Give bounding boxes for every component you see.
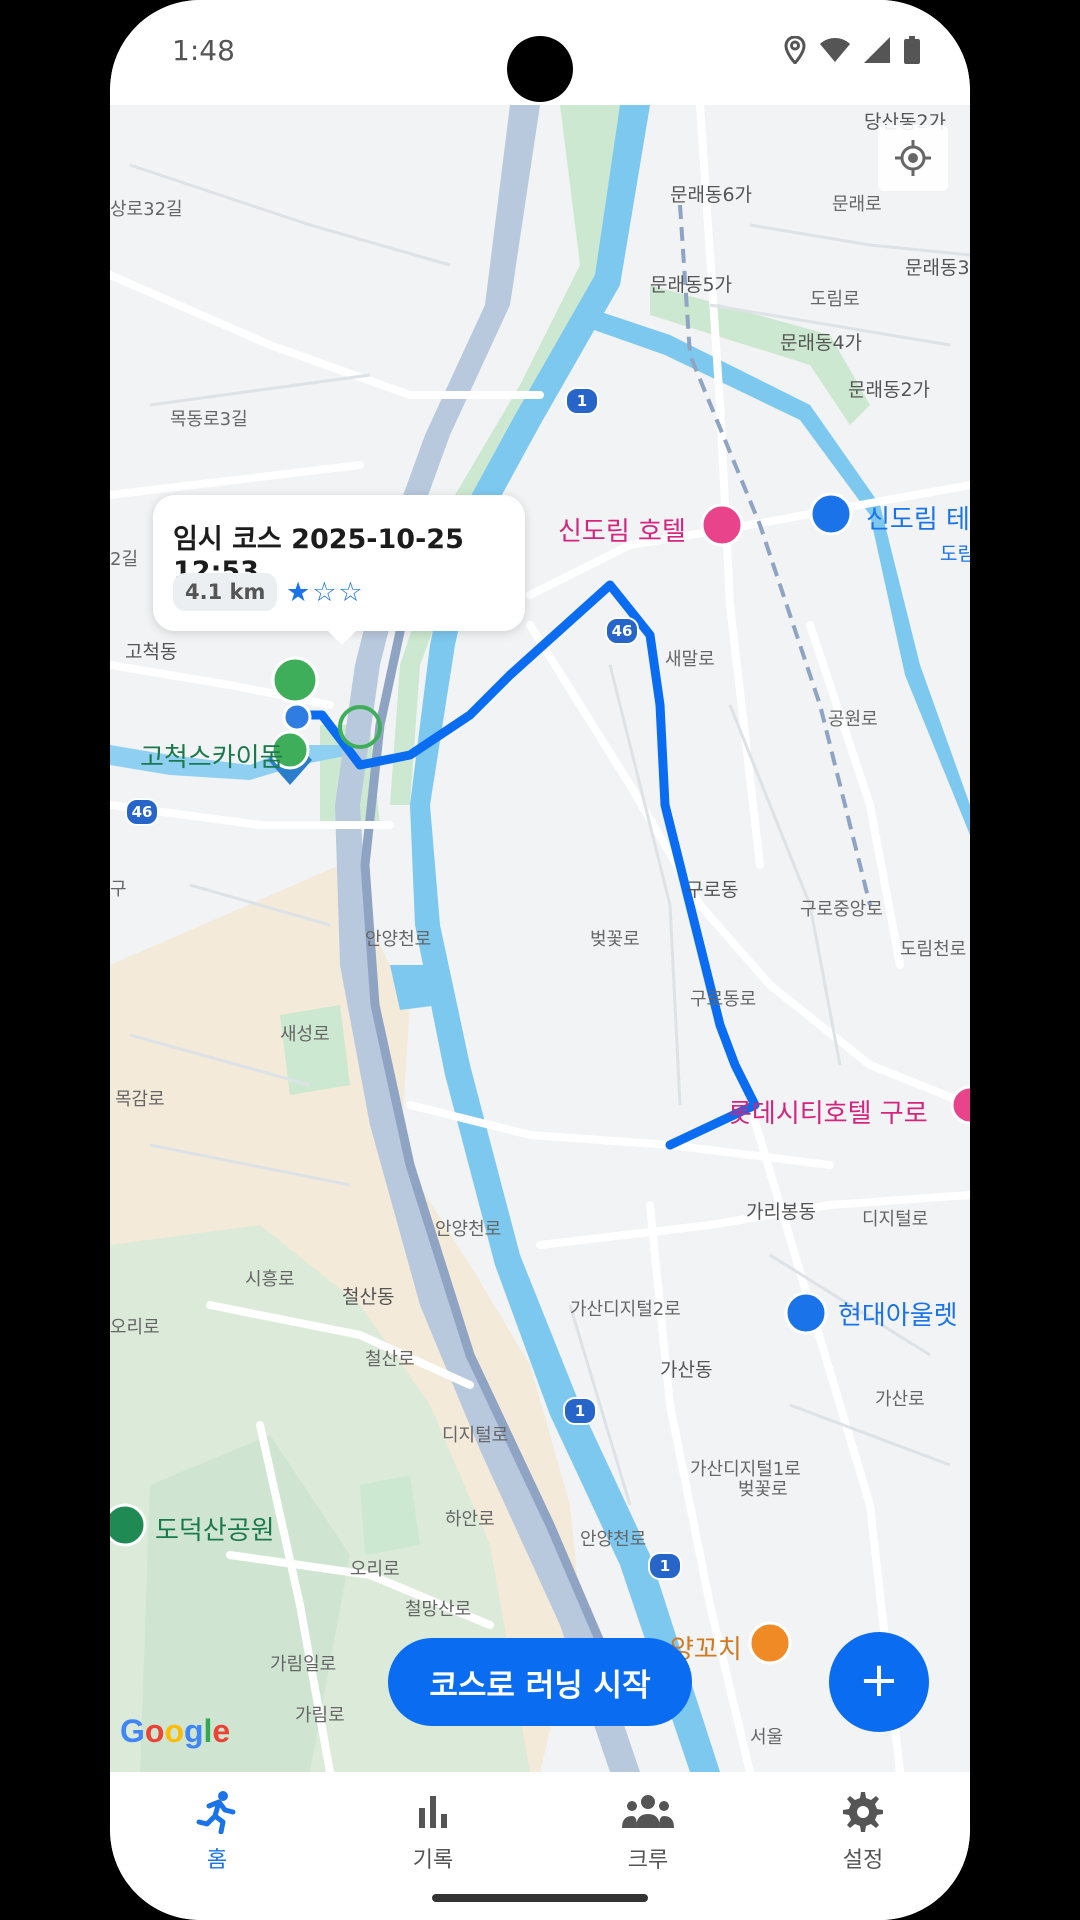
map-label-anyangcheonro-2: 안양천로: [580, 1529, 647, 1550]
map-label-gasanro: 가산로: [875, 1389, 925, 1410]
map-label-mullae5: 문래동5가: [650, 274, 733, 296]
map-label-sindorim-hotel[interactable]: 신도림 호텔: [558, 511, 686, 548]
map-label-orirro: 오리로: [350, 1559, 400, 1580]
front-camera: [507, 36, 573, 102]
map-label-mullae2: 문래동2가: [848, 379, 931, 401]
status-icons: [784, 36, 920, 64]
map-label-digital-ro: 디지털로: [862, 1209, 929, 1230]
route-shield-1a: 1: [565, 387, 599, 415]
map-label-mokgamro: 목감로: [115, 1089, 165, 1110]
map-label-gurodongro: 구로동로: [690, 989, 757, 1010]
course-distance-badge: 4.1 km: [173, 573, 278, 611]
map-label-sindorim-te[interactable]: 신도림 테: [866, 499, 970, 536]
nav-item-records[interactable]: 기록: [373, 1790, 493, 1874]
phone-frame: 1:48 당산동2가 문래동6가 문래로 문래동5가 도림로 문래동3 문래동4…: [110, 0, 970, 1920]
map-label-orirro-2: 오리로: [110, 1317, 160, 1338]
map-label-mullae4: 문래동4가: [780, 332, 863, 354]
nav-label-crew: 크루: [627, 1848, 669, 1873]
map-label-garibong: 가리봉동: [746, 1201, 816, 1223]
route-shield-1c: 1: [648, 1552, 682, 1580]
map-label-cheolsanro: 철산로: [365, 1349, 415, 1370]
map-label-saemallo: 새말로: [665, 649, 715, 670]
map-label-dorimcheonro: 도림천로: [900, 939, 967, 960]
gear-icon: [843, 1792, 883, 1832]
nav-item-home[interactable]: 홈: [157, 1790, 277, 1874]
group-icon: [622, 1795, 674, 1828]
map-label-anyangcheonro-3: 안양천로: [435, 1219, 502, 1240]
map-label-seoul: 서울: [750, 1727, 784, 1748]
signal-icon: [864, 37, 890, 63]
start-course-run-button[interactable]: 코스로 러닝 시작: [388, 1638, 692, 1726]
google-logo: Google: [120, 1713, 231, 1749]
map-label-haanro: 하안로: [445, 1509, 495, 1530]
route-shield-1b: 1: [563, 1397, 597, 1425]
add-icon: +: [858, 1652, 900, 1708]
my-location-button[interactable]: [878, 125, 948, 191]
course-info-popup[interactable]: 임시 코스 2025-10-25 12:53 4.1 km ★☆☆: [153, 495, 525, 645]
map-label-gongwonro: 공원로: [828, 709, 878, 730]
map-label-digital-ro-2: 디지털로: [442, 1425, 509, 1446]
map-label-gurodong: 구로동: [686, 879, 739, 901]
map-view[interactable]: 당산동2가 문래동6가 문래로 문래동5가 도림로 문래동3 문래동4가 문래동…: [110, 105, 970, 1772]
map-label-beotkkotro-2: 벚꽃로: [738, 1479, 788, 1500]
map-label-mullae6: 문래동6가: [670, 184, 753, 206]
map-label-gasandong: 가산동: [660, 1359, 713, 1381]
map-label-gocheok-skydome[interactable]: 고척스카이돔: [140, 737, 284, 774]
status-time: 1:48: [172, 34, 235, 67]
nav-label-records: 기록: [412, 1848, 454, 1873]
map-label-gasan-digital2: 가산디지털2로: [570, 1299, 681, 1320]
map-label-dorimro: 도림로: [810, 289, 860, 310]
map-label-gurojungangro: 구로중앙로: [800, 899, 883, 920]
nav-label-home: 홈: [206, 1848, 228, 1873]
location-icon: [784, 36, 806, 64]
map-label-mokdongro32: 상로32길: [110, 199, 183, 220]
route-shield-46a: 46: [605, 617, 639, 645]
course-rating-stars: ★☆☆: [286, 577, 365, 608]
nav-item-crew[interactable]: 크루: [588, 1790, 708, 1874]
map-label-mullae3: 문래동3: [905, 257, 970, 279]
map-label-gocheok: 고척동: [125, 641, 178, 663]
wifi-icon: [820, 38, 850, 62]
battery-icon: [904, 36, 920, 64]
bar-chart-icon: [419, 1796, 447, 1828]
map-label-mokdongro3: 목동로3길: [170, 409, 248, 430]
status-bar: 1:48: [110, 0, 970, 105]
crosshair-icon: [895, 140, 931, 176]
nav-label-settings: 설정: [842, 1848, 884, 1873]
map-label-dorim-right: 도림: [940, 543, 970, 565]
nav-item-settings[interactable]: 설정: [803, 1790, 923, 1874]
map-label-dodeoksan-park[interactable]: 도덕산공원: [155, 1510, 275, 1547]
route-shield-46b: 46: [125, 798, 159, 826]
running-icon: [196, 1791, 236, 1835]
map-label-gil: 2길: [110, 549, 139, 570]
add-button[interactable]: +: [829, 1632, 929, 1732]
map-label-garimilro: 가림일로: [270, 1654, 337, 1675]
map-label-garimro: 가림로: [295, 1705, 345, 1726]
map-label-cheolmangsanro: 철망산로: [405, 1599, 472, 1620]
home-indicator[interactable]: [432, 1894, 648, 1902]
map-label-anyangcheonro-1: 안양천로: [365, 929, 432, 950]
map-label-saeseongro: 새성로: [280, 1024, 330, 1045]
map-label-sihungro: 시흥로: [245, 1269, 295, 1290]
map-label-gu: 구: [110, 879, 127, 900]
map-label-beotkkotro-1: 벚꽃로: [590, 929, 640, 950]
map-label-hyundai-outlet[interactable]: 현대아울렛: [838, 1295, 958, 1332]
map-label-cheolsandong: 철산동: [342, 1286, 395, 1308]
map-label-lotte-city-hotel[interactable]: 롯데시티호텔 구로: [728, 1093, 928, 1130]
map-label-mullaero: 문래로: [832, 194, 882, 215]
